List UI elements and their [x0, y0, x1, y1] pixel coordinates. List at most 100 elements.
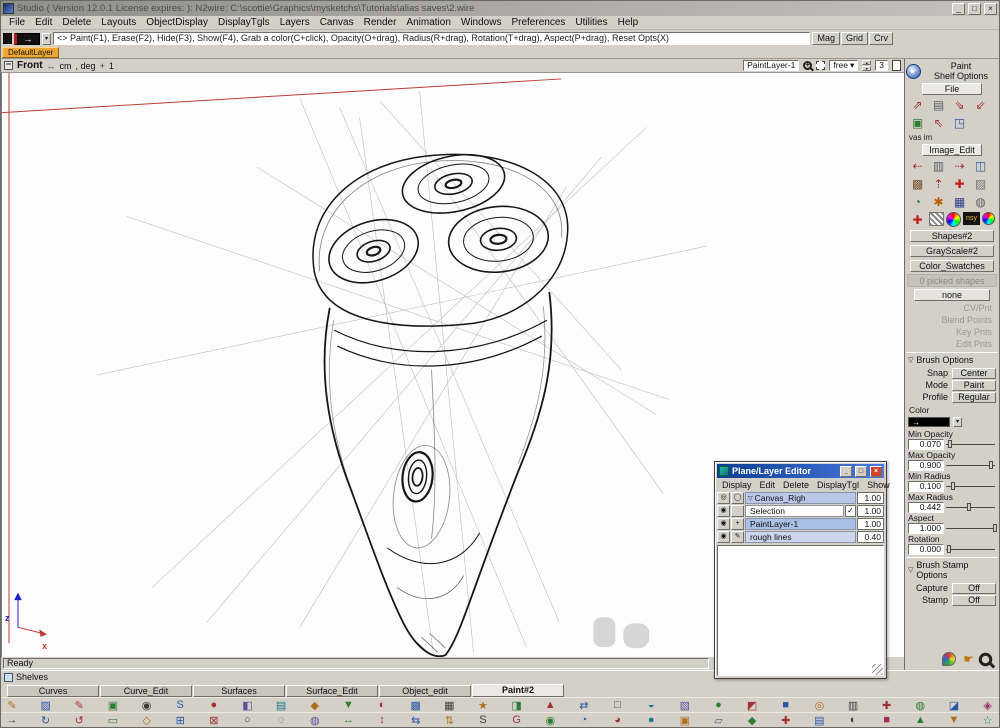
slider-track[interactable]	[946, 502, 996, 513]
shelf-tool-icon[interactable]: ▤	[274, 699, 288, 712]
editor-title-bar[interactable]: Plane/Layer Editor _ □ ×	[717, 464, 884, 478]
pan-hand-icon[interactable]: ☛	[963, 653, 974, 665]
shelf-tool-icon[interactable]: ▱	[711, 714, 725, 727]
page-number-field[interactable]: 3	[875, 60, 888, 71]
shelf-tool-icon[interactable]: ◪	[947, 699, 961, 712]
file-tool-icon[interactable]: ⇘	[950, 97, 969, 113]
slider-handle[interactable]	[947, 545, 951, 553]
menu-item[interactable]: Utilities	[570, 17, 612, 28]
slider-handle[interactable]	[948, 440, 952, 448]
menu-item[interactable]: Render	[359, 17, 402, 28]
layer-checkbox[interactable]: ✓	[845, 505, 856, 517]
image-tool-icon[interactable]: ⇢	[950, 158, 969, 174]
image-tool-icon[interactable]: ✱	[929, 194, 948, 210]
shelf-tool-icon[interactable]: ▥	[846, 699, 860, 712]
shelf-tool-icon[interactable]: ✎	[72, 699, 86, 712]
layer-expander-icon[interactable]: ▽	[748, 495, 753, 502]
shelf-button[interactable]: Color_Swatches	[910, 260, 994, 272]
shelf-tool-icon[interactable]: ↔	[341, 714, 355, 727]
file-tool-icon[interactable]: ◳	[950, 115, 969, 131]
file-tool-icon[interactable]: ⇙	[971, 97, 990, 113]
option-value-button[interactable]: Off	[952, 595, 996, 606]
shelf-tool-icon[interactable]: ◍	[308, 714, 322, 727]
editor-menu-item[interactable]: Show	[863, 480, 894, 490]
brush-stamp-header[interactable]: ▽ Brush Stamp Options	[906, 557, 998, 580]
shelf-tool-icon[interactable]: ◧	[240, 699, 254, 712]
color-wheel-icon[interactable]	[946, 212, 961, 227]
marquee-select-icon[interactable]	[816, 61, 825, 70]
shelf-tool-icon[interactable]: ▭	[106, 714, 120, 727]
image-tool-icon[interactable]: ⇡	[929, 176, 948, 192]
shelf-tool-icon[interactable]: →	[5, 714, 19, 727]
layer-name[interactable]: Selection	[745, 505, 844, 517]
shelf-tool-icon[interactable]: ⇄	[577, 699, 591, 712]
shelf-tool-icon[interactable]: ◨	[510, 699, 524, 712]
shelf-tool-icon[interactable]: ⊞	[173, 714, 187, 727]
collapse-triangle-icon[interactable]: ▽	[908, 566, 913, 574]
shelf-tab[interactable]: Paint#2	[472, 684, 564, 697]
editor-menu-item[interactable]: Delete	[779, 480, 813, 490]
nsy-swatch-icon[interactable]: nsy	[963, 212, 980, 225]
brush-options-header[interactable]: ▽ Brush Options	[906, 352, 998, 365]
default-layer-tab[interactable]: DefaultLayer	[2, 47, 59, 58]
layer-opacity-value[interactable]: 1.00	[857, 518, 884, 530]
file-tool-icon[interactable]: ⇖	[929, 115, 948, 131]
slider-handle[interactable]	[993, 524, 997, 532]
shelf-tool-icon[interactable]: ◌	[274, 714, 288, 727]
rainbow-ball-icon[interactable]	[982, 212, 995, 225]
shelf-tool-icon[interactable]: S	[173, 699, 187, 712]
image-tool-icon[interactable]: ◫	[971, 158, 990, 174]
menu-item[interactable]: Layouts	[96, 17, 141, 28]
magnifier-icon[interactable]	[979, 652, 993, 666]
image-edit-shelf-tab[interactable]: Image_Edit	[922, 144, 982, 156]
shelf-tool-icon[interactable]: ★	[476, 699, 490, 712]
current-brush-swatch[interactable]: →	[14, 33, 40, 45]
menu-item[interactable]: Delete	[57, 17, 96, 28]
resize-grip[interactable]	[872, 664, 883, 675]
slider-handle[interactable]	[967, 503, 971, 511]
viewport-icon[interactable]	[4, 61, 13, 70]
shelf-tool-icon[interactable]: ■	[880, 714, 894, 727]
slider-value-field[interactable]: 0.070	[908, 439, 944, 450]
collapse-triangle-icon[interactable]: ▽	[908, 356, 913, 364]
shelf-tool-icon[interactable]: ☆	[981, 714, 995, 727]
free-mode-select[interactable]: free ▾	[829, 60, 858, 71]
shelf-tool-icon[interactable]: ↺	[72, 714, 86, 727]
file-tool-icon[interactable]: ⇗	[908, 97, 927, 113]
shelf-tool-icon[interactable]: ⇆	[409, 714, 423, 727]
file-tool-icon[interactable]: ▤	[929, 97, 948, 113]
shelf-tool-icon[interactable]: ↕	[375, 714, 389, 727]
shelf-tool-icon[interactable]: ○	[240, 714, 254, 727]
slider-value-field[interactable]: 1.000	[908, 523, 944, 534]
option-value-button[interactable]: Regular	[952, 392, 996, 403]
maximize-button[interactable]: □	[968, 3, 981, 15]
layer-visibility-icon[interactable]: ◉	[717, 505, 730, 517]
none-button[interactable]: none	[914, 289, 990, 301]
layer-visibility-icon[interactable]: ◉	[717, 518, 730, 530]
slider-track[interactable]	[946, 481, 996, 492]
layer-type-icon[interactable]	[731, 505, 744, 517]
shelf-tool-icon[interactable]: ●	[711, 699, 725, 712]
layer-name[interactable]: rough lines	[745, 531, 856, 543]
add-color-icon[interactable]: ✚	[908, 212, 927, 228]
menu-item[interactable]: Canvas	[315, 17, 359, 28]
shelf-tool-icon[interactable]: ◇	[140, 714, 154, 727]
option-value-button[interactable]: Off	[952, 583, 996, 594]
shelf-tool-icon[interactable]: ⇅	[442, 714, 456, 727]
layer-type-icon[interactable]: +	[731, 518, 744, 530]
spin-down-icon[interactable]: ▾	[862, 66, 871, 71]
shelf-tool-icon[interactable]: ↻	[39, 714, 53, 727]
hand-tool-icon[interactable]: ☛	[906, 64, 921, 79]
image-tool-icon[interactable]: ▨	[971, 176, 990, 192]
shelf-tool-icon[interactable]: ●	[207, 699, 221, 712]
layer-row[interactable]: ◉ + PaintLayer-1 1.00	[717, 518, 884, 530]
layer-row[interactable]: ◉ Selection ✓ 1.00	[717, 505, 884, 517]
minimize-button[interactable]: _	[952, 3, 965, 15]
menu-item[interactable]: Edit	[30, 17, 57, 28]
layer-row[interactable]: ◎ ◯ ▽ Canvas_Righ 1.00	[717, 492, 884, 504]
shelf-tool-icon[interactable]: ▲	[543, 699, 557, 712]
shelf-tab[interactable]: Curve_Edit	[100, 685, 192, 697]
layer-type-icon[interactable]: ✎	[731, 531, 744, 543]
shelf-tool-icon[interactable]: ◕	[611, 714, 625, 727]
pattern-icon[interactable]	[929, 212, 944, 226]
